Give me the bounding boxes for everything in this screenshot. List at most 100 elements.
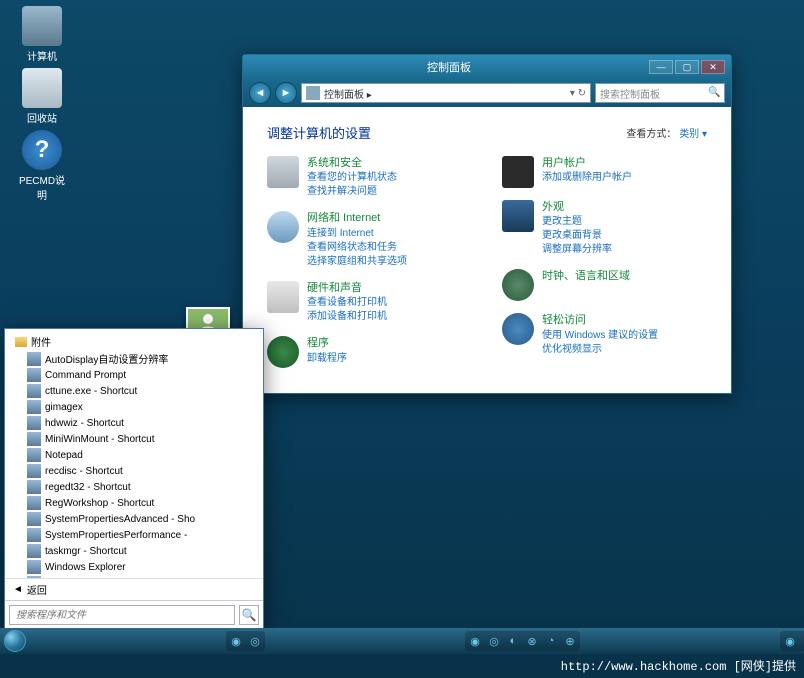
cp-link[interactable]: 查看网络状态和任务 [307, 241, 407, 255]
cp-category-title[interactable]: 程序 [307, 336, 347, 351]
cp-link[interactable]: 选择家庭组和共享选项 [307, 255, 407, 269]
cp-link[interactable]: 查看设备和打印机 [307, 296, 387, 310]
cp-link[interactable]: 调整屏幕分辨率 [542, 243, 612, 257]
icon-label: 回收站 [14, 110, 70, 125]
search-box[interactable]: 搜索控制面板 🔍 [595, 83, 725, 103]
tb-icon[interactable]: ◎ [246, 632, 264, 650]
program-item[interactable]: SystemPropertiesPerformance - [9, 527, 259, 543]
cp-link[interactable]: 连接到 Internet [307, 227, 407, 241]
window-title: 控制面板 [249, 59, 649, 75]
program-item[interactable]: Notepad [9, 447, 259, 463]
taskbar-toolbar-3: ◉ ◎ ♡ ◆ ⊙ [780, 631, 804, 651]
cp-category-title[interactable]: 硬件和声音 [307, 281, 387, 296]
program-item[interactable]: RegWorkshop - Shortcut [9, 495, 259, 511]
program-item[interactable]: MiniWinMount - Shortcut [9, 431, 259, 447]
back-button[interactable]: ◄ [249, 82, 271, 104]
desktop-icon-help[interactable]: ? PECMD说明 [14, 130, 70, 202]
program-icon [27, 400, 41, 414]
cp-category-title[interactable]: 时钟、语言和区域 [542, 269, 630, 284]
cp-category-title[interactable]: 用户帐户 [542, 156, 632, 171]
program-item[interactable]: cttune.exe - Shortcut [9, 383, 259, 399]
programs-icon [267, 336, 299, 368]
cp-category: 外观更改主题更改桌面背景调整屏幕分辨率 [502, 200, 707, 257]
address-bar[interactable]: 控制面板 ▸ ▾ ↻ [301, 83, 591, 103]
program-icon [27, 368, 41, 382]
program-icon [27, 512, 41, 526]
cp-link[interactable]: 添加设备和打印机 [307, 310, 387, 324]
program-item[interactable]: gimagex [9, 399, 259, 415]
program-item[interactable]: AutoDisplay自动设置分辨率 [9, 350, 259, 367]
program-item[interactable]: Windows Explorer [9, 559, 259, 575]
tb-icon[interactable]: ◉ [781, 632, 799, 650]
watermark: http://www.hackhome.com [网侠]提供 [561, 657, 796, 674]
appearance-icon [502, 200, 534, 232]
start-button[interactable] [4, 628, 26, 654]
view-mode: 查看方式： 类别 ▾ [626, 125, 707, 140]
hardware-icon [267, 281, 299, 313]
computer-icon [22, 6, 62, 46]
tb-icon[interactable]: ◉ [466, 632, 484, 650]
folder-icon [15, 337, 27, 347]
cp-link[interactable]: 更改桌面背景 [542, 229, 612, 243]
cp-link[interactable]: 更改主题 [542, 215, 612, 229]
recycle-icon [22, 68, 62, 108]
cp-category: 网络和 Internet连接到 Internet查看网络状态和任务选择家庭组和共… [267, 211, 472, 268]
maximize-button[interactable]: ▢ [675, 60, 699, 74]
program-icon [27, 384, 41, 398]
cp-heading: 调整计算机的设置 [267, 123, 371, 142]
tb-icon[interactable]: ⊕ [561, 632, 579, 650]
navbar: ◄ ► 控制面板 ▸ ▾ ↻ 搜索控制面板 🔍 [243, 79, 731, 107]
program-icon [27, 432, 41, 446]
minimize-button[interactable]: — [649, 60, 673, 74]
close-button[interactable]: ✕ [701, 60, 725, 74]
tb-icon[interactable]: ◉ [227, 632, 245, 650]
program-item[interactable]: Command Prompt [9, 367, 259, 383]
user-icon [502, 156, 534, 188]
help-icon: ? [22, 130, 62, 170]
tb-icon[interactable]: ⊗ [523, 632, 541, 650]
cp-category: 时钟、语言和区域 [502, 269, 707, 301]
back-link[interactable]: ◄返回 [5, 578, 263, 600]
view-mode-dropdown[interactable]: 类别 ▾ [679, 129, 707, 140]
cp-category-title[interactable]: 轻松访问 [542, 313, 658, 328]
program-item[interactable]: regedt32 - Shortcut [9, 479, 259, 495]
desktop-icon-computer[interactable]: 计算机 [14, 6, 70, 63]
forward-button[interactable]: ► [275, 82, 297, 104]
program-item[interactable]: taskmgr - Shortcut [9, 543, 259, 559]
cp-category-title[interactable]: 外观 [542, 200, 612, 215]
breadcrumb-icon [306, 86, 320, 100]
control-panel-body: 调整计算机的设置 查看方式： 类别 ▾ 系统和安全查看您的计算机状态查找并解决问… [243, 107, 731, 393]
ease-icon [502, 313, 534, 345]
tb-icon[interactable]: ◐ [504, 632, 522, 650]
tb-icon[interactable]: ◎ [800, 632, 804, 650]
cp-link[interactable]: 使用 Windows 建议的设置 [542, 329, 658, 343]
cp-link[interactable]: 查找并解决问题 [307, 185, 397, 199]
taskbar: ◉ ◎ ◉ ◎ ◐ ⊗ ◔ ⊕ ◉ ◎ ♡ ◆ ⊙ ◉ ◎ [0, 628, 804, 654]
icon-label: PECMD说明 [14, 172, 70, 202]
tb-icon[interactable]: ◔ [542, 632, 560, 650]
program-icon [27, 464, 41, 478]
cp-category-title[interactable]: 网络和 Internet [307, 211, 407, 226]
tb-icon[interactable]: ◎ [485, 632, 503, 650]
search-input[interactable] [9, 605, 235, 625]
cp-left-column: 系统和安全查看您的计算机状态查找并解决问题 网络和 Internet连接到 In… [267, 156, 472, 368]
titlebar[interactable]: 控制面板 — ▢ ✕ [243, 55, 731, 79]
search-icon[interactable]: 🔍 [239, 605, 259, 625]
program-icon [27, 416, 41, 430]
network-icon [267, 211, 299, 243]
program-item[interactable]: hdwwiz - Shortcut [9, 415, 259, 431]
program-item[interactable]: recdisc - Shortcut [9, 463, 259, 479]
cp-category: 系统和安全查看您的计算机状态查找并解决问题 [267, 156, 472, 199]
search-placeholder: 搜索控制面板 [600, 86, 660, 101]
cp-category-title[interactable]: 系统和安全 [307, 156, 397, 171]
program-item[interactable]: SystemPropertiesAdvanced - Sho [9, 511, 259, 527]
cp-category: 轻松访问使用 Windows 建议的设置优化视频显示 [502, 313, 707, 356]
folder-accessories[interactable]: 附件 [9, 333, 259, 350]
cp-link[interactable]: 添加或删除用户帐户 [542, 171, 632, 185]
programs-list: 附件 AutoDisplay自动设置分辨率Command Promptcttun… [5, 329, 263, 578]
cp-link[interactable]: 查看您的计算机状态 [307, 171, 397, 185]
icon-label: 计算机 [14, 48, 70, 63]
desktop-icon-recycle[interactable]: 回收站 [14, 68, 70, 125]
cp-link[interactable]: 卸载程序 [307, 352, 347, 366]
cp-link[interactable]: 优化视频显示 [542, 343, 658, 357]
